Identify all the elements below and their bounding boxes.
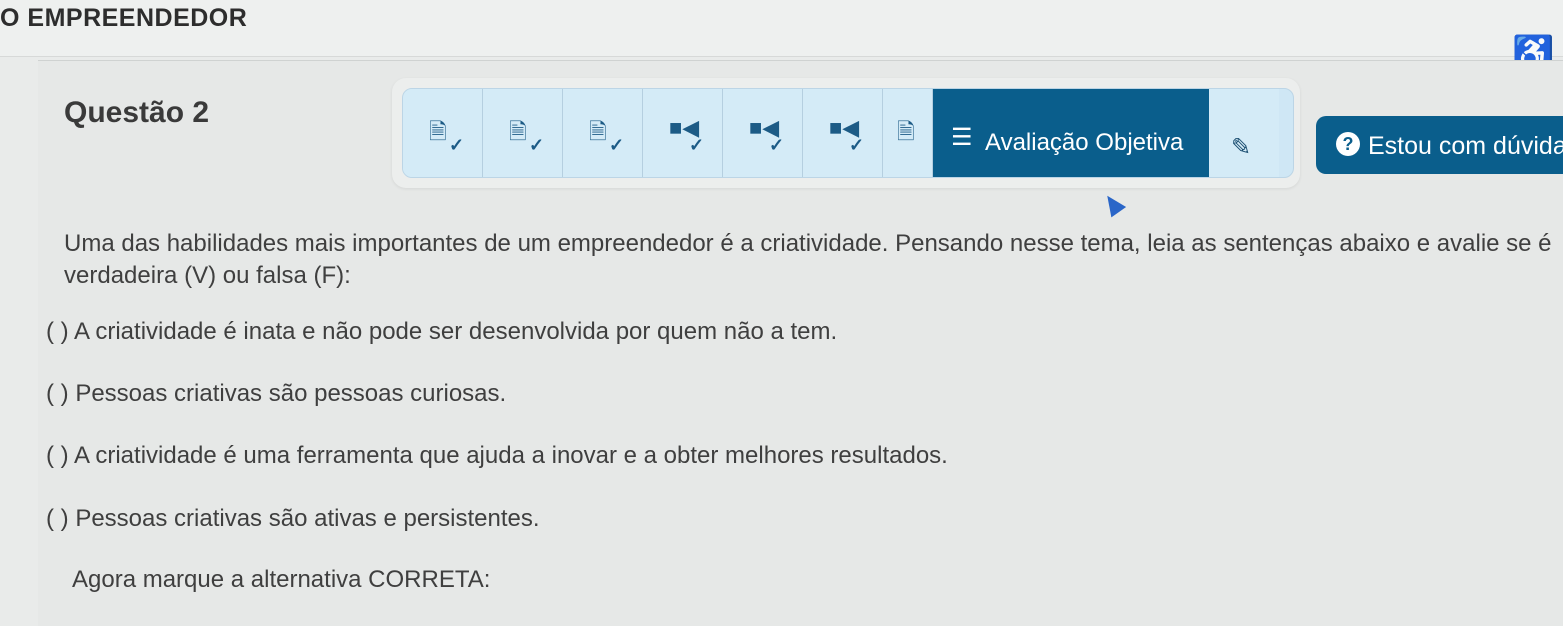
check-icon: ✓ [689,135,705,155]
question-icon: ? [1336,132,1360,156]
help-button-label: Estou com dúvida [1368,132,1563,160]
nav-tab-4[interactable]: ■◀ ✓ [643,89,723,177]
true-false-item-3: ( ) A criatividade é uma ferramenta que … [46,442,948,469]
course-title: O EMPREENDEDOR [0,4,248,32]
nav-tab-2[interactable]: 🗎 ✓ [483,89,563,177]
answer-instruction: Agora marque a alternativa CORRETA: [72,566,491,593]
nav-tab-5[interactable]: ■◀ ✓ [723,89,803,177]
pencil-icon: ✎ [1231,134,1252,161]
question-title: Questão 2 [64,96,210,129]
true-false-item-2: ( ) Pessoas criativas são pessoas curios… [46,380,507,407]
document-check-icon: 🗎 [509,119,527,144]
nav-tab-6[interactable]: ■◀ ✓ [803,89,883,177]
top-bar: O EMPREENDEDOR [0,0,1563,57]
list-icon: ☰ [951,124,973,151]
check-icon: ✓ [609,135,625,155]
help-button[interactable]: ? Estou com dúvida [1316,116,1563,174]
nav-tab-pencil[interactable]: ✎ [1209,89,1279,177]
true-false-item-1: ( ) A criatividade é inata e não pode se… [46,318,838,345]
document-icon: 🗎 [897,119,915,144]
check-icon: ✓ [849,135,865,155]
question-statement: Uma das habilidades mais importantes de … [64,230,1552,289]
check-icon: ✓ [769,135,785,155]
nav-tab-3[interactable]: 🗎 ✓ [563,89,643,177]
tab-label: Avaliação Objetiva [985,129,1184,156]
activity-nav: 🗎 ✓ 🗎 ✓ 🗎 ✓ ■◀ ✓ ■◀ ✓ ■◀ ✓ 🗎 ☰ Avaliação… [402,88,1294,178]
check-icon: ✓ [529,135,545,155]
nav-tab-7[interactable]: 🗎 [883,89,933,177]
check-icon: ✓ [449,135,465,155]
document-check-icon: 🗎 [589,119,607,144]
true-false-item-4: ( ) Pessoas criativas são ativas e persi… [46,505,540,532]
document-check-icon: 🗎 [429,119,447,144]
nav-tab-1[interactable]: 🗎 ✓ [403,89,483,177]
tab-avaliacao-objetiva[interactable]: ☰ Avaliação Objetiva [933,89,1209,177]
